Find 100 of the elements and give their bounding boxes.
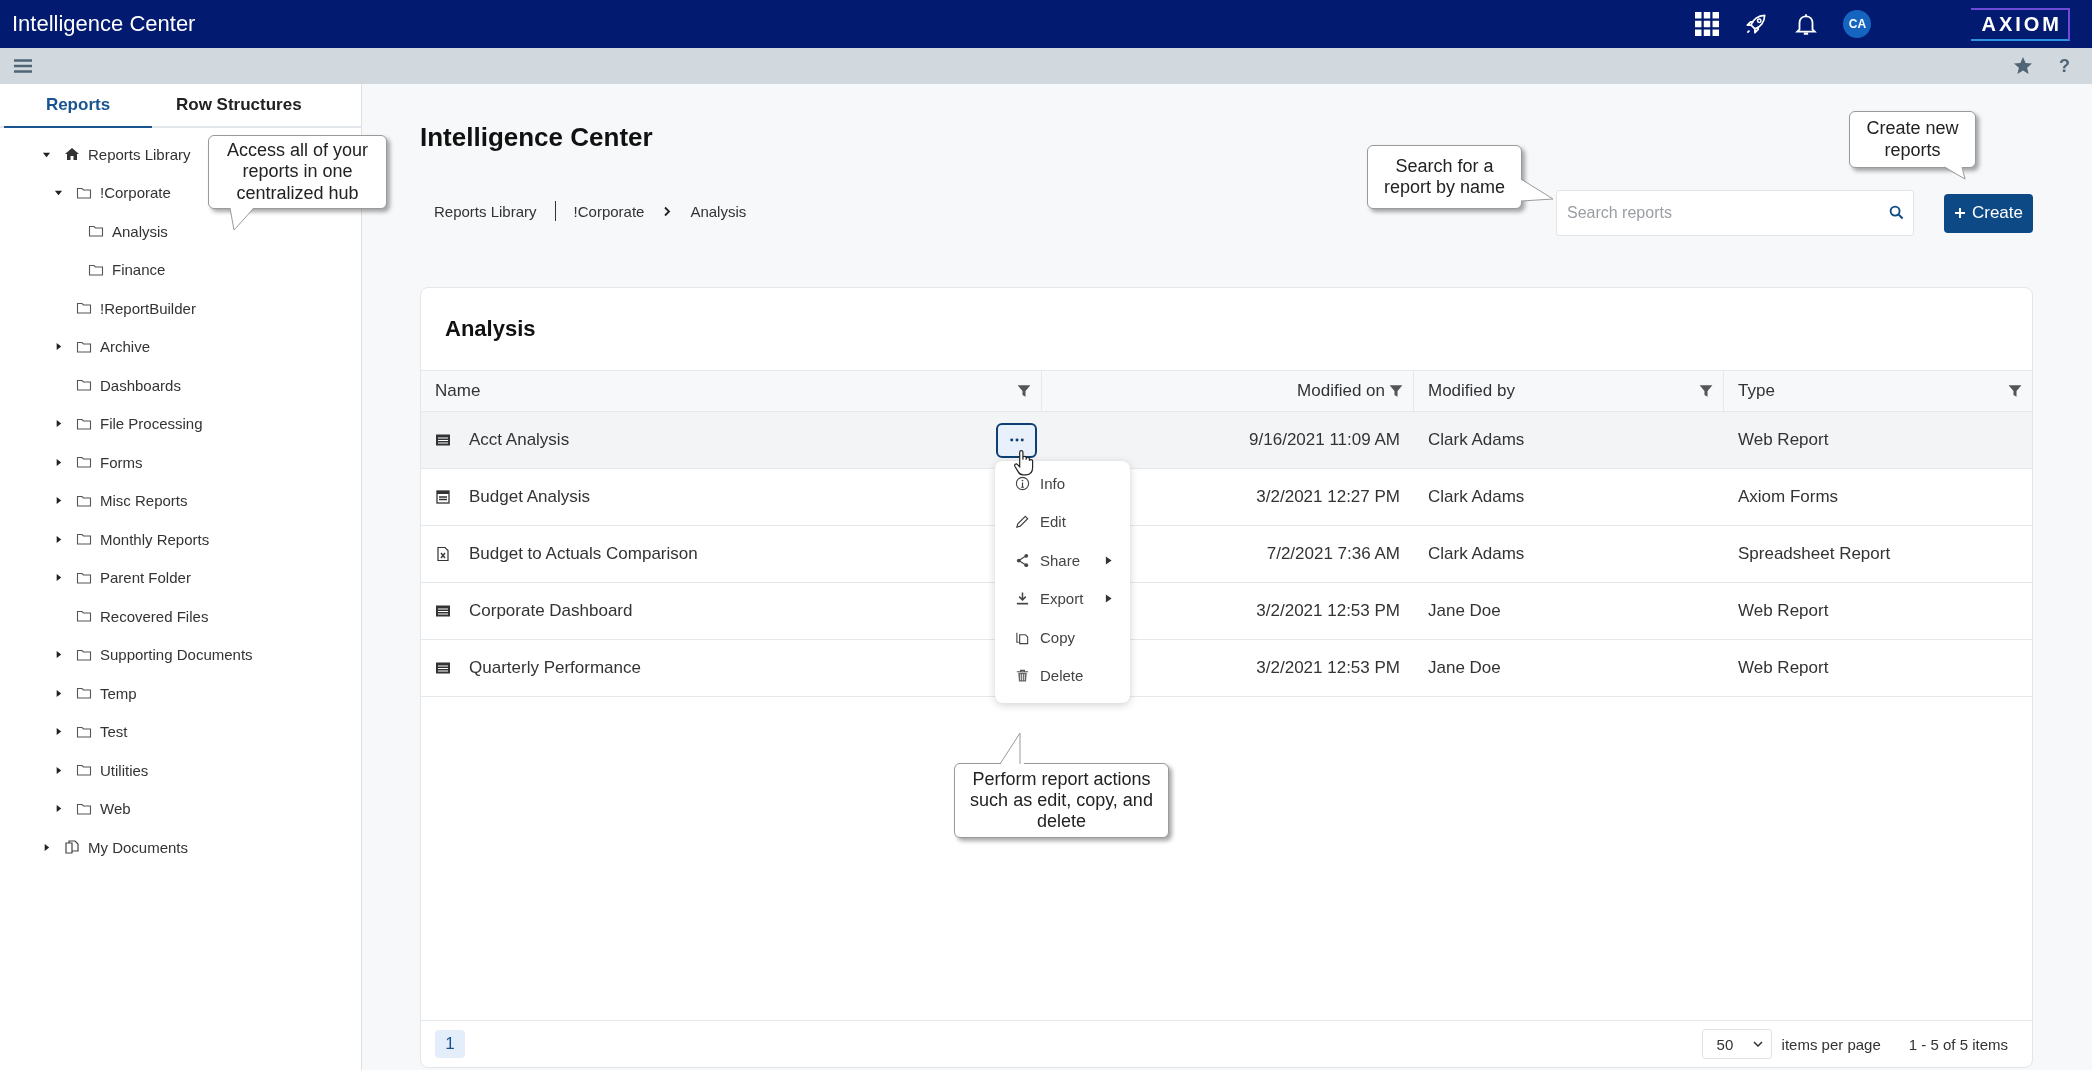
tree-item[interactable]: Reports Library [88, 145, 191, 163]
filter-icon[interactable] [1017, 384, 1031, 398]
star-icon[interactable] [2013, 56, 2033, 76]
folder-icon [88, 223, 104, 240]
table-cell: 3/2/2021 12:27 PM [1256, 487, 1400, 507]
sidebar-tab[interactable]: Row Structures [152, 84, 326, 128]
tree-item[interactable]: Utilities [100, 761, 149, 779]
folder-icon [76, 454, 92, 471]
column-header[interactable]: Modified by [1428, 381, 1515, 401]
page-size-label: items per page [1781, 1035, 1881, 1053]
folder-icon [76, 608, 92, 625]
tree-item[interactable]: Dashboards [100, 376, 181, 394]
help-button[interactable]: ? [2059, 55, 2070, 77]
tree-item[interactable]: Web [100, 800, 131, 818]
caret-right-icon[interactable] [54, 650, 63, 660]
tree-item[interactable]: !Corporate [100, 184, 171, 202]
filter-icon[interactable] [1389, 384, 1403, 398]
column-header[interactable]: Type [1738, 381, 1775, 401]
apps-grid-icon[interactable] [1695, 12, 1720, 36]
caret-right-icon[interactable] [54, 496, 63, 506]
submenu-arrow-icon [1105, 594, 1112, 604]
folder-icon [76, 300, 92, 317]
folder-icon [76, 762, 92, 779]
tree-item[interactable]: Recovered Files [100, 607, 209, 625]
items-summary: 1 - 5 of 5 items [1908, 1035, 2008, 1053]
report-name[interactable]: Acct Analysis [469, 430, 570, 450]
tree-item[interactable]: Temp [100, 684, 137, 702]
download-icon [1015, 591, 1030, 607]
filter-icon[interactable] [1699, 384, 1713, 398]
documents-icon [64, 839, 80, 856]
logo: AXIOM [1971, 7, 2070, 41]
callout-text: Perform report actions such as edit, copy, and delete [969, 768, 1154, 833]
column-header[interactable]: Name [435, 381, 481, 401]
tree-item[interactable]: Parent Folder [100, 569, 191, 587]
breadcrumb-link[interactable]: Reports Library [434, 202, 537, 220]
folder-icon [76, 531, 92, 548]
create-button[interactable]: Create [1943, 193, 2033, 233]
callout-text: Create new reports [1865, 118, 1960, 161]
table-cell: Axiom Forms [1738, 487, 1839, 507]
menu-icon[interactable] [14, 59, 32, 73]
bell-icon[interactable] [1793, 11, 1820, 37]
tree-item[interactable]: Test [100, 723, 128, 741]
report-name[interactable]: Budget Analysis [469, 487, 590, 507]
submenu-arrow-icon [1105, 555, 1112, 565]
report-name[interactable]: Corporate Dashboard [469, 601, 633, 621]
table-cell: Clark Adams [1428, 487, 1525, 507]
table-row[interactable]: Acct Analysis 9/16/2021 11:09 AM Clark Adams Web Report [421, 412, 2032, 469]
app-title: Intelligence Center [12, 11, 196, 37]
info-icon [1015, 475, 1030, 491]
filter-icon[interactable] [2008, 384, 2022, 398]
ellipsis-icon [1009, 438, 1024, 442]
callout-text: Access all of your reports in one centralized hub [225, 140, 370, 204]
caret-right-icon[interactable] [54, 419, 63, 429]
sidebar-tab[interactable]: Reports [4, 84, 152, 128]
table-cell: Web Report [1738, 601, 1829, 621]
caret-right-icon[interactable] [54, 688, 63, 698]
plus-icon [1953, 207, 1966, 219]
report-name[interactable]: Budget to Actuals Comparison [469, 544, 698, 564]
report-grid-icon [435, 603, 451, 619]
tree-item[interactable]: Analysis [112, 222, 168, 240]
user-avatar[interactable]: CA [1843, 10, 1872, 38]
search-field[interactable]: Search reports [1555, 190, 1914, 236]
caret-down-icon[interactable] [54, 188, 63, 198]
table-cell: Clark Adams [1428, 430, 1525, 450]
table-cell: Web Report [1738, 430, 1829, 450]
report-grid-icon [435, 660, 451, 676]
tree-item[interactable]: Misc Reports [100, 492, 188, 510]
caret-right-icon[interactable] [54, 573, 63, 583]
report-name[interactable]: Quarterly Performance [469, 658, 641, 678]
search-icon[interactable] [1888, 205, 1904, 220]
card-title: Analysis [444, 315, 537, 343]
tree-item[interactable]: File Processing [100, 415, 203, 433]
tree-item[interactable]: My Documents [88, 838, 189, 856]
table-cell: Jane Doe [1428, 658, 1501, 678]
page-size-select[interactable]: 50 [1701, 1029, 1772, 1059]
caret-right-icon[interactable] [54, 457, 63, 467]
tree-item[interactable]: Monthly Reports [100, 530, 210, 548]
tree-item[interactable]: Supporting Documents [100, 646, 253, 664]
tree-item[interactable]: Archive [100, 338, 151, 356]
tree-item[interactable]: !ReportBuilder [100, 299, 196, 317]
menu-item[interactable]: Delete [995, 656, 1130, 695]
table-cell: Clark Adams [1428, 544, 1525, 564]
table-cell: Web Report [1738, 658, 1829, 678]
tree-item[interactable]: Finance [112, 261, 166, 279]
table-cell: 7/2/2021 7:36 AM [1266, 544, 1400, 564]
chevron-down-icon [1752, 1041, 1763, 1047]
tree-item[interactable]: Forms [100, 453, 143, 471]
caret-right-icon[interactable] [54, 765, 63, 775]
table-cell: Spreadsheet Report [1738, 544, 1891, 564]
table-cell: 9/16/2021 11:09 AM [1249, 430, 1400, 450]
menu-item[interactable]: Share [995, 541, 1130, 580]
caret-right-icon[interactable] [42, 842, 51, 852]
caret-right-icon[interactable] [54, 727, 63, 737]
column-header[interactable]: Modified on [1297, 381, 1385, 401]
caret-right-icon[interactable] [54, 342, 63, 352]
breadcrumb-link[interactable]: !Corporate [573, 202, 645, 220]
caret-right-icon[interactable] [54, 534, 63, 544]
caret-right-icon[interactable] [54, 804, 63, 814]
page-button[interactable]: 1 [435, 1030, 465, 1058]
table-cell: 3/2/2021 12:53 PM [1256, 658, 1400, 678]
